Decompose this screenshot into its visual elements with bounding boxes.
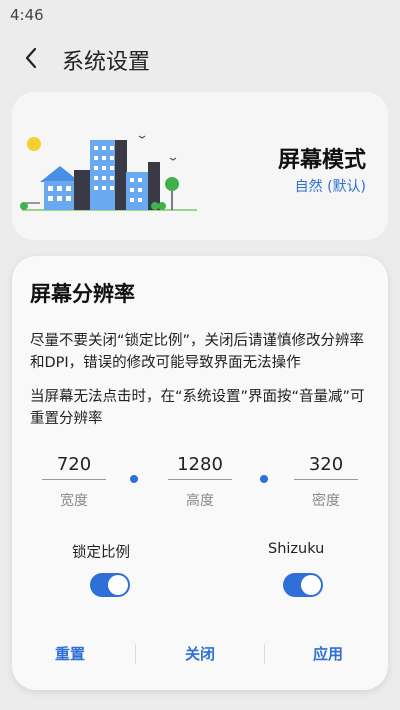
divider <box>135 644 136 664</box>
warning-text: 尽量不要关闭“锁定比例”，关闭后请谨慎修改分辨率和DPI，错误的修改可能导致界面… <box>30 333 365 371</box>
width-input[interactable]: 720 <box>42 454 106 480</box>
shizuku-label: Shizuku <box>268 541 325 557</box>
close-button[interactable]: 关闭 <box>160 640 240 668</box>
divider <box>264 644 265 664</box>
reset-button[interactable]: 重置 <box>30 640 110 668</box>
reset-hint-text: 当屏幕无法点击时，在“系统设置”界面按“音量减”可重置分辨率 <box>30 389 365 427</box>
height-input[interactable]: 1280 <box>168 454 232 480</box>
height-field: 1280 高度 <box>168 454 232 510</box>
screen-mode-card[interactable]: 屏幕模式 自然 (默认) <box>12 92 388 240</box>
status-bar: 4:46 <box>0 0 400 28</box>
separator-dot <box>260 475 268 483</box>
width-label: 宽度 <box>60 493 88 509</box>
lock-ratio-label: 锁定比例 <box>72 545 130 561</box>
toggle-knob <box>108 575 128 595</box>
density-field: 320 密度 <box>294 454 358 510</box>
screen-mode-title: 屏幕模式 <box>277 148 366 173</box>
toggle-knob <box>301 575 321 595</box>
dialog-actions: 重置 关闭 应用 <box>12 640 388 668</box>
resolution-dialog: 屏幕分辨率 尽量不要关闭“锁定比例”，关闭后请谨慎修改分辨率和DPI，错误的修改… <box>12 256 388 690</box>
screen-mode-value: 自然 (默认) <box>294 179 366 195</box>
height-label: 高度 <box>186 493 214 509</box>
dialog-title: 屏幕分辨率 <box>30 282 135 306</box>
back-button[interactable] <box>14 40 50 76</box>
lock-ratio-toggle[interactable] <box>90 573 130 597</box>
separator-dot <box>130 475 138 483</box>
density-label: 密度 <box>312 493 340 509</box>
shizuku-toggle[interactable] <box>283 573 323 597</box>
width-field: 720 宽度 <box>42 454 106 510</box>
page-title: 系统设置 <box>62 50 151 75</box>
apply-button[interactable]: 应用 <box>288 640 368 668</box>
top-bar: 系统设置 <box>0 30 400 86</box>
density-input[interactable]: 320 <box>294 454 358 480</box>
city-illustration <box>20 135 197 211</box>
back-arrow-icon <box>25 47 37 69</box>
status-time: 4:46 <box>10 6 44 24</box>
